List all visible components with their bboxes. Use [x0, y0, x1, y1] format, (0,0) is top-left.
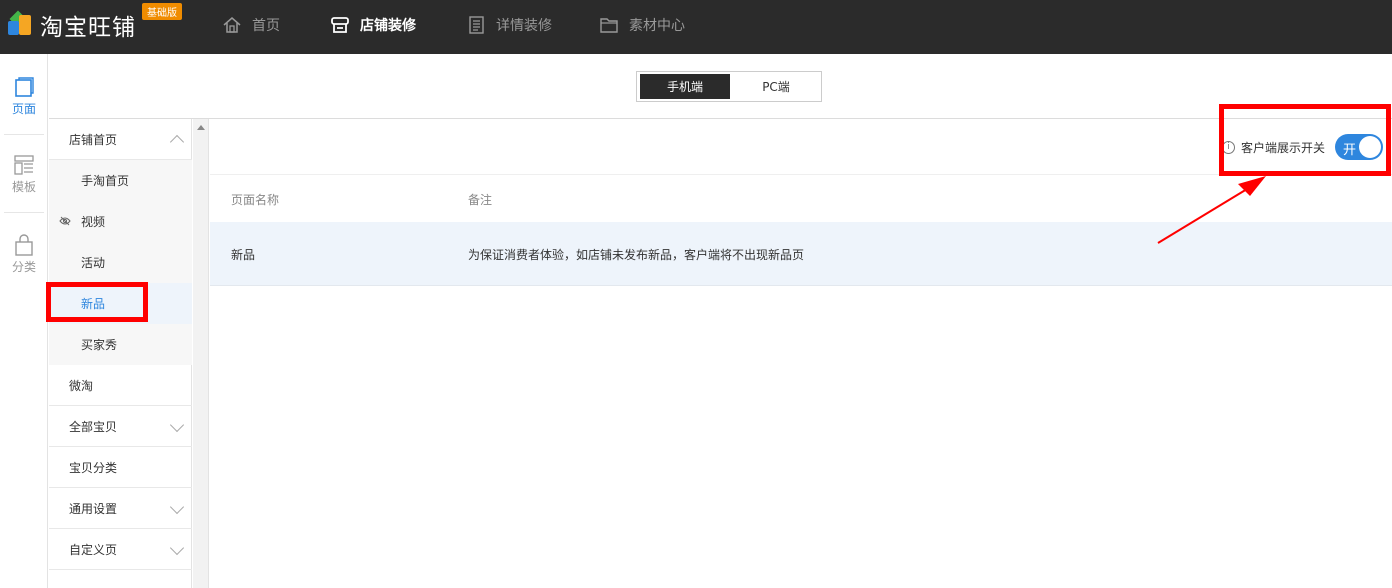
- annotation-arrow: [1157, 176, 1266, 244]
